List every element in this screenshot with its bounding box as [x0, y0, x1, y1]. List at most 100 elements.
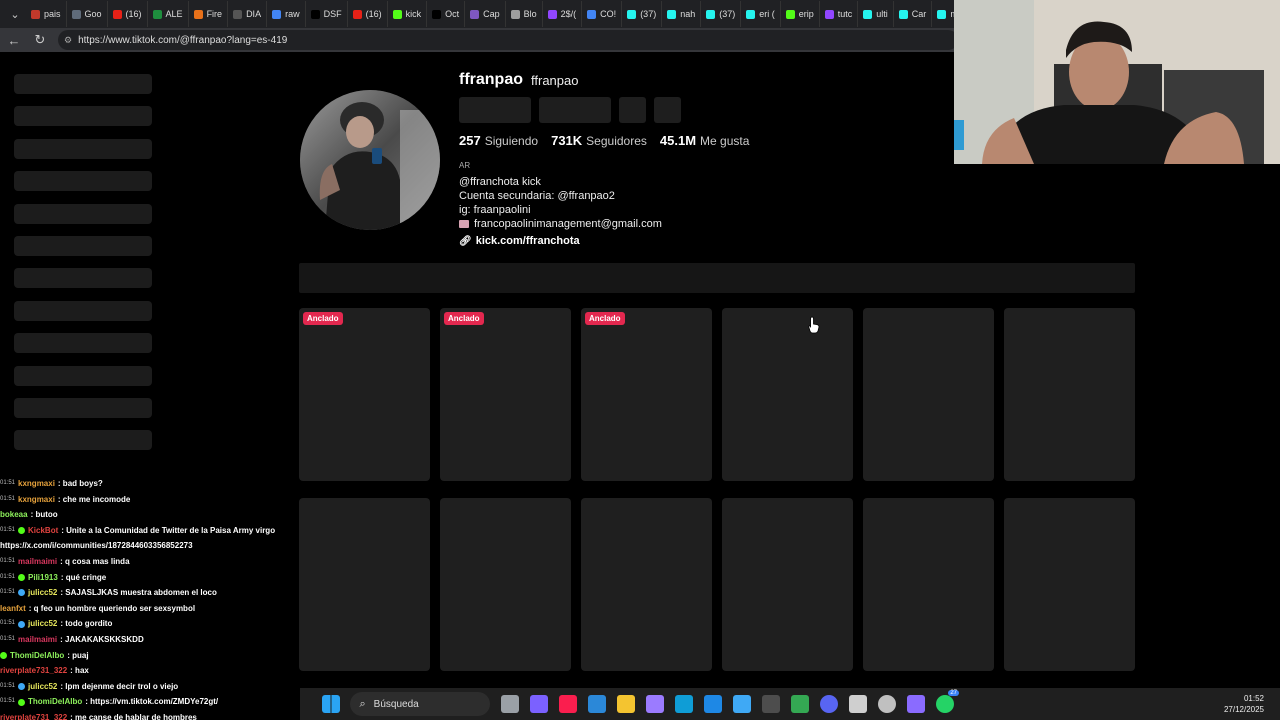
notepad-icon[interactable]	[733, 695, 751, 713]
file-explorer-icon[interactable]	[617, 695, 635, 713]
browser-tab[interactable]: pais	[26, 1, 67, 27]
profile-link[interactable]: 🔗︎ kick.com/ffranchota	[459, 235, 580, 247]
video-card[interactable]	[1004, 308, 1135, 481]
url-field[interactable]: ⚙ https://www.tiktok.com/@ffranpao?lang=…	[58, 30, 958, 50]
video-card[interactable]	[863, 498, 994, 671]
stat-followers[interactable]: 731K Seguidores	[551, 133, 647, 148]
system-clock[interactable]: 01:52 27/12/2025	[1224, 693, 1264, 715]
chat-username: ThomiDelAlbo	[28, 697, 83, 707]
vpn-icon[interactable]	[907, 695, 925, 713]
copilot-icon[interactable]	[530, 695, 548, 713]
sidebar-skeleton	[14, 74, 152, 463]
video-card[interactable]	[299, 498, 430, 671]
tab-label: (16)	[365, 9, 382, 19]
task-view-icon[interactable]	[501, 695, 519, 713]
game-app-icon[interactable]	[878, 695, 896, 713]
browser-tab[interactable]: kick	[388, 1, 428, 27]
browser-tab[interactable]: (37)	[701, 1, 742, 27]
browser-tab[interactable]: eri (	[741, 1, 781, 27]
browser-tab[interactable]: DIA	[228, 1, 268, 27]
browser-tab[interactable]: Goo	[67, 1, 108, 27]
microsoft-store-icon[interactable]	[588, 695, 606, 713]
browser-tab[interactable]: tutc	[820, 1, 859, 27]
video-card[interactable]	[1004, 498, 1135, 671]
chat-message: 01:51 kxngmaxi: che me incomode	[0, 492, 300, 508]
edge-icon[interactable]	[675, 695, 693, 713]
chat-text: : lpm dejenme decir trol o viejo	[60, 681, 179, 691]
browser-tab[interactable]: Oct	[427, 1, 466, 27]
browser-tab[interactable]: (16)	[348, 1, 388, 27]
video-card[interactable]	[581, 498, 712, 671]
tab-label: ulti	[876, 9, 888, 19]
windows-start-icon[interactable]	[322, 695, 340, 713]
pen-app-icon[interactable]	[646, 695, 664, 713]
video-card[interactable]: Anclado	[581, 308, 712, 481]
chat-message: 01:51 ThomiDelAlbo: https://vm.tiktok.com…	[0, 694, 300, 710]
chat-text: : hax	[70, 666, 89, 676]
sidebar-skeleton-item	[14, 430, 152, 451]
webcam-overlay	[954, 0, 1280, 164]
tab-label: 2$/(	[560, 9, 577, 19]
chat-text: : butoo	[30, 510, 58, 520]
site-info-icon[interactable]: ⚙	[64, 35, 72, 46]
browser-tab[interactable]: nah	[662, 1, 702, 27]
taskbar-search[interactable]: ⌕ Búsqueda	[349, 692, 490, 716]
tab-favicon-icon	[706, 9, 716, 19]
browser-tab[interactable]: (37)	[622, 1, 663, 27]
browser-tab[interactable]: ulti	[858, 1, 894, 27]
browser-tab[interactable]: DSF	[306, 1, 348, 27]
ccleaner-icon[interactable]	[704, 695, 722, 713]
tab-label: pais	[44, 9, 61, 19]
discord-icon[interactable]	[820, 695, 838, 713]
chat-username: riverplate731_322	[0, 666, 68, 676]
video-card[interactable]: Anclado	[299, 308, 430, 481]
whatsapp-icon[interactable]: 27	[936, 690, 959, 713]
envelope-icon	[459, 220, 469, 228]
chat-badge-icon	[18, 683, 26, 691]
sidebar-skeleton-item	[14, 268, 152, 289]
tabs-container: pais Goo (16) ALE Fire DIA raw DSF (16) kick Oct Ca…	[26, 1, 1048, 27]
chat-text: : q cosa mas linda	[60, 556, 130, 566]
stat-following[interactable]: 257 Siguiendo	[459, 133, 538, 148]
tab-search-chevron-icon[interactable]: ⌄	[4, 3, 26, 25]
sidebar-skeleton-item	[14, 235, 152, 256]
video-card[interactable]	[722, 308, 853, 481]
settings-app-icon[interactable]	[849, 695, 867, 713]
sidebar-skeleton-item	[14, 203, 152, 224]
suggest-button-skeleton[interactable]	[619, 97, 646, 123]
browser-tab[interactable]: CO!	[582, 1, 623, 27]
profile-avatar[interactable]	[300, 90, 440, 230]
reload-icon[interactable]: ↻	[32, 32, 48, 48]
terminal-icon[interactable]	[762, 695, 780, 713]
browser-tab[interactable]: raw	[267, 1, 306, 27]
browser-tab[interactable]: Blo	[506, 1, 543, 27]
bio-email-line: francopaolinimanagement@gmail.com	[459, 217, 662, 231]
video-card[interactable]	[440, 498, 571, 671]
chat-timestamp: 01:51	[0, 682, 16, 689]
browser-tab[interactable]: 2$/(	[543, 1, 583, 27]
video-card[interactable]	[863, 308, 994, 481]
browser-tab[interactable]: ALE	[148, 1, 189, 27]
chat-timestamp: 01:51	[0, 480, 16, 486]
profile-tabs-skeleton	[299, 263, 1135, 293]
chat-badge-icon	[18, 620, 26, 628]
chat-text: : puaj	[67, 650, 89, 660]
chrome-icon[interactable]	[791, 695, 809, 713]
tab-label: kick	[405, 9, 422, 19]
video-card[interactable]	[722, 498, 853, 671]
more-button-skeleton[interactable]	[654, 97, 681, 123]
browser-tab[interactable]: Fire	[189, 1, 229, 27]
browser-tab[interactable]: (16)	[108, 1, 148, 27]
back-icon[interactable]: ←	[6, 33, 22, 48]
chat-text: : q feo un hombre queriendo ser sexsymbo…	[28, 603, 196, 613]
browser-tab[interactable]: Cap	[465, 1, 506, 27]
browser-tab[interactable]: erip	[781, 1, 820, 27]
browser-tab[interactable]: Car	[894, 1, 933, 27]
follow-button-skeleton[interactable]	[459, 97, 531, 123]
message-button-skeleton[interactable]	[539, 97, 611, 123]
video-card[interactable]: Anclado	[440, 308, 571, 481]
tab-favicon-icon	[667, 9, 677, 19]
tab-favicon-icon	[824, 9, 834, 19]
opera-gx-icon[interactable]	[559, 695, 577, 713]
chat-text: : Unite a la Comunidad de Twitter de la …	[61, 525, 276, 535]
